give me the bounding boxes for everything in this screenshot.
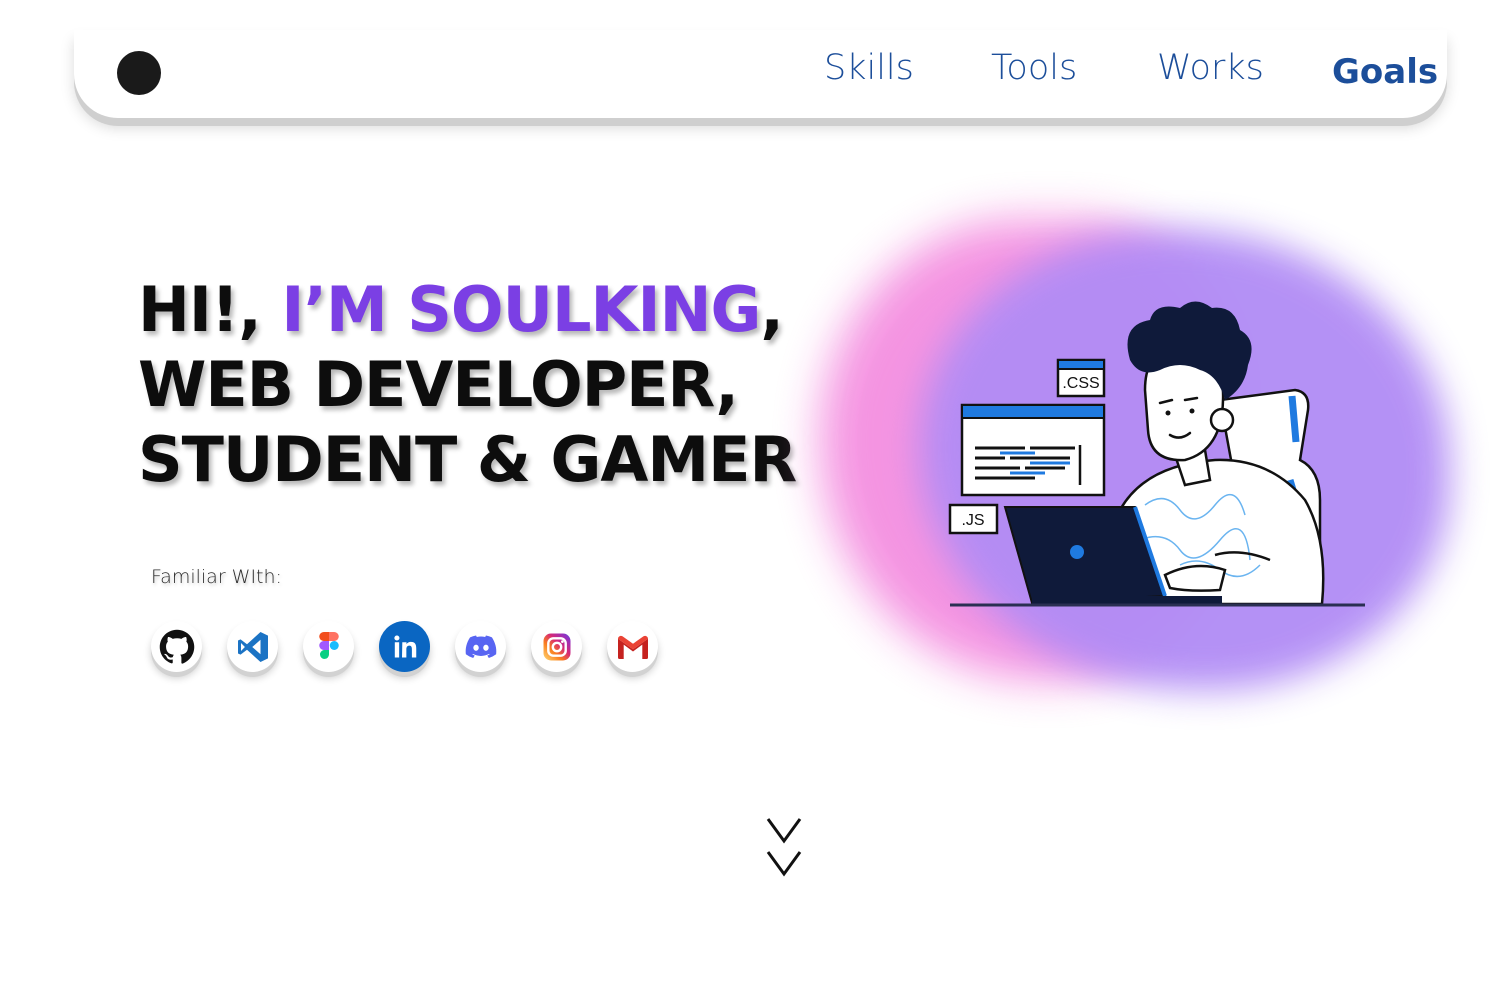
nav-link-tools[interactable]: Tools (991, 48, 1077, 88)
js-tag: .JS (961, 512, 984, 529)
top-navbar: Skills Tools Works Goals (74, 30, 1447, 118)
figma-link[interactable] (303, 621, 354, 672)
linkedin-icon (393, 634, 416, 657)
social-links (151, 621, 658, 672)
vscode-icon (237, 631, 268, 662)
hero-name: I’M SOULKING (281, 273, 761, 346)
gmail-link[interactable] (607, 621, 658, 672)
github-icon (159, 629, 194, 664)
figma-icon (318, 631, 339, 659)
github-link[interactable] (151, 621, 202, 672)
hero-line-2: WEB DEVELOPER, (138, 348, 739, 421)
instagram-link[interactable] (531, 621, 582, 672)
linkedin-link[interactable] (379, 621, 430, 672)
scroll-down-button[interactable] (765, 816, 803, 880)
nav-link-works[interactable]: Works (1157, 48, 1264, 88)
familiar-with-label: Familiar WIth: (151, 566, 282, 588)
instagram-icon (543, 633, 570, 660)
gmail-icon (617, 635, 648, 659)
hero-line-1: HI!, I’M SOULKING, (138, 272, 784, 347)
hero-title: HI!, I’M SOULKING, WEB DEVELOPER, STUDEN… (138, 272, 797, 497)
discord-link[interactable] (455, 621, 506, 672)
vscode-link[interactable] (227, 621, 278, 672)
double-chevron-down-icon (766, 818, 802, 877)
developer-illustration: .CSS .JS (800, 210, 1480, 710)
hero-comma: , (760, 273, 784, 346)
discord-icon (465, 634, 496, 658)
css-tag: .CSS (1062, 375, 1099, 392)
hero-line-3: STUDENT & GAMER (138, 423, 797, 496)
hero-greeting: HI!, (138, 273, 282, 346)
nav-link-skills[interactable]: Skills (824, 48, 914, 88)
nav-link-goals[interactable]: Goals (1332, 52, 1438, 92)
logo-dot[interactable] (117, 51, 161, 95)
developer-at-laptop-graphic: .CSS .JS (948, 301, 1365, 607)
